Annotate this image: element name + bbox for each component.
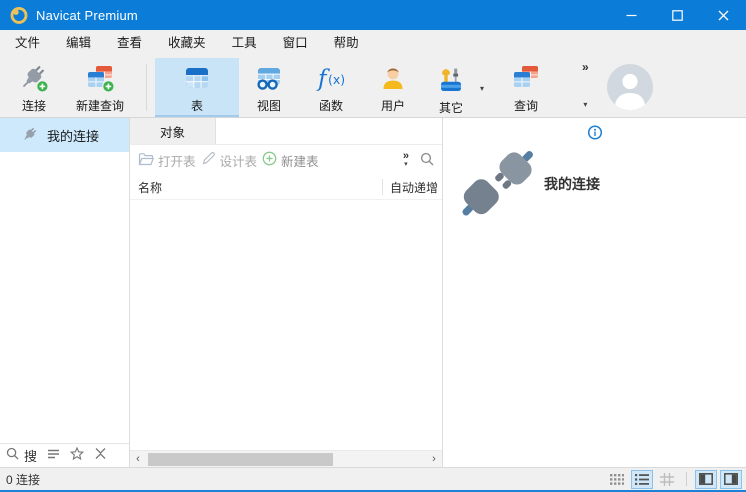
- sidebar-collapse-icon[interactable]: [94, 447, 107, 465]
- column-header-auto-increment[interactable]: 自动递增: [383, 179, 442, 196]
- svg-text:(x): (x): [328, 72, 345, 87]
- objects-toolbar: 打开表 设计表 新建表 » ▾: [130, 145, 442, 175]
- connections-sidebar: 我的连接 搜: [0, 118, 130, 467]
- sidebar-item-my-connection[interactable]: 我的连接: [0, 118, 129, 152]
- function-label: 函数: [318, 99, 343, 113]
- sidebar-filter-icon[interactable]: [47, 447, 60, 465]
- window-title: Navicat Premium: [36, 7, 138, 23]
- query-icon: [511, 63, 541, 96]
- connection-plug-icon: [19, 63, 49, 96]
- table-button[interactable]: 表: [155, 58, 239, 117]
- sidebar-search-icon[interactable]: [6, 447, 19, 465]
- table-label: 表: [190, 99, 203, 113]
- new-table-button[interactable]: 新建表: [262, 151, 319, 170]
- other-button[interactable]: 其它: [423, 60, 479, 115]
- open-table-button[interactable]: 打开表: [138, 151, 196, 170]
- open-table-label: 打开表: [158, 154, 196, 169]
- maximize-button[interactable]: [654, 0, 700, 30]
- menu-file[interactable]: 文件: [2, 30, 53, 57]
- view-list-icon[interactable]: [631, 469, 653, 489]
- objects-overflow-dropdown-icon[interactable]: ▾: [404, 161, 408, 168]
- new-query-label: 新建查询: [75, 99, 124, 113]
- function-icon: f (x): [314, 63, 348, 96]
- query-label: 查询: [514, 99, 539, 113]
- status-bar: 0 连接: [0, 467, 746, 492]
- column-header-name[interactable]: 名称: [130, 179, 382, 196]
- other-label: 其它: [438, 101, 463, 115]
- menu-edit[interactable]: 编辑: [53, 30, 104, 57]
- toggle-right-panel-icon[interactable]: [720, 469, 742, 489]
- plus-circle-icon: [262, 151, 277, 169]
- objects-tab-bar: 对象: [130, 118, 442, 145]
- connection-plug-large-icon: [454, 144, 542, 231]
- title-bar: Navicat Premium: [0, 0, 746, 30]
- view-icon: [254, 63, 284, 96]
- menu-favorites[interactable]: 收藏夹: [155, 30, 219, 57]
- sidebar-search-label: 搜: [24, 449, 38, 464]
- menu-help[interactable]: 帮助: [321, 30, 372, 57]
- objects-panel: 对象 打开表 设计表 新建表 » ▾ 名称 自动递增 ‹ ›: [130, 118, 443, 467]
- objects-search-icon[interactable]: [420, 152, 434, 169]
- connect-label: 连接: [21, 99, 46, 113]
- view-button[interactable]: 视图: [239, 58, 299, 117]
- sidebar-connection-label: 我的连接: [47, 128, 100, 144]
- main-toolbar: 连接 新建查询 表 视图 f (x) 函数 用户 其它 ▾ 查询 » ▾: [0, 57, 746, 118]
- view-label: 视图: [256, 99, 281, 113]
- tab-objects[interactable]: 对象: [130, 118, 216, 144]
- menu-tools[interactable]: 工具: [219, 30, 270, 57]
- user-icon: [378, 63, 408, 96]
- scroll-right-icon[interactable]: ›: [426, 451, 442, 468]
- menu-window[interactable]: 窗口: [270, 30, 321, 57]
- scroll-left-icon[interactable]: ‹: [130, 451, 146, 468]
- design-table-label: 设计表: [219, 154, 258, 169]
- function-button[interactable]: f (x) 函数: [299, 58, 363, 117]
- new-table-label: 新建表: [281, 154, 319, 169]
- view-detail-grid-icon[interactable]: [656, 470, 678, 489]
- other-dropdown-icon[interactable]: ▾: [480, 84, 484, 93]
- info-icon[interactable]: [587, 125, 602, 145]
- objects-list-header: 名称 自动递增: [130, 175, 442, 200]
- scrollbar-thumb[interactable]: [148, 452, 333, 466]
- user-button[interactable]: 用户: [363, 58, 423, 117]
- query-button[interactable]: 查询: [494, 58, 558, 117]
- objects-list-empty-area: [130, 200, 442, 450]
- toggle-left-panel-icon[interactable]: [695, 469, 717, 489]
- toolbar-separator: [146, 64, 147, 111]
- user-avatar[interactable]: [606, 64, 653, 117]
- new-query-icon: [85, 63, 115, 96]
- sidebar-tools-bar: 搜: [0, 443, 129, 467]
- folder-icon: [138, 152, 155, 169]
- statusbar-separator: [686, 472, 687, 486]
- new-query-button[interactable]: 新建查询: [62, 58, 138, 117]
- detail-connection-name: 我的连接: [544, 176, 600, 192]
- table-icon: [182, 63, 212, 96]
- objects-overflow-icon[interactable]: »: [403, 151, 409, 162]
- close-button[interactable]: [700, 0, 746, 30]
- toolbox-icon: [436, 65, 466, 98]
- user-label: 用户: [380, 99, 405, 113]
- toolbar-overflow-dropdown-icon[interactable]: ▾: [582, 101, 589, 109]
- menu-bar: 文件 编辑 查看 收藏夹 工具 窗口 帮助: [0, 30, 746, 57]
- pencil-icon: [201, 151, 216, 169]
- horizontal-scrollbar[interactable]: ‹ ›: [130, 450, 442, 467]
- toolbar-overflow-icon[interactable]: »: [582, 61, 589, 73]
- plug-icon: [22, 126, 38, 145]
- sidebar-favorites-star-icon[interactable]: [69, 446, 85, 465]
- menu-view[interactable]: 查看: [104, 30, 155, 57]
- connection-count: 0 连接: [6, 472, 41, 487]
- view-grid-icon[interactable]: [606, 470, 628, 489]
- detail-panel: 我的连接: [443, 118, 746, 467]
- design-table-button[interactable]: 设计表: [201, 151, 258, 170]
- navicat-logo-icon: [10, 6, 28, 24]
- minimize-button[interactable]: [608, 0, 654, 30]
- connect-button[interactable]: 连接: [6, 58, 62, 117]
